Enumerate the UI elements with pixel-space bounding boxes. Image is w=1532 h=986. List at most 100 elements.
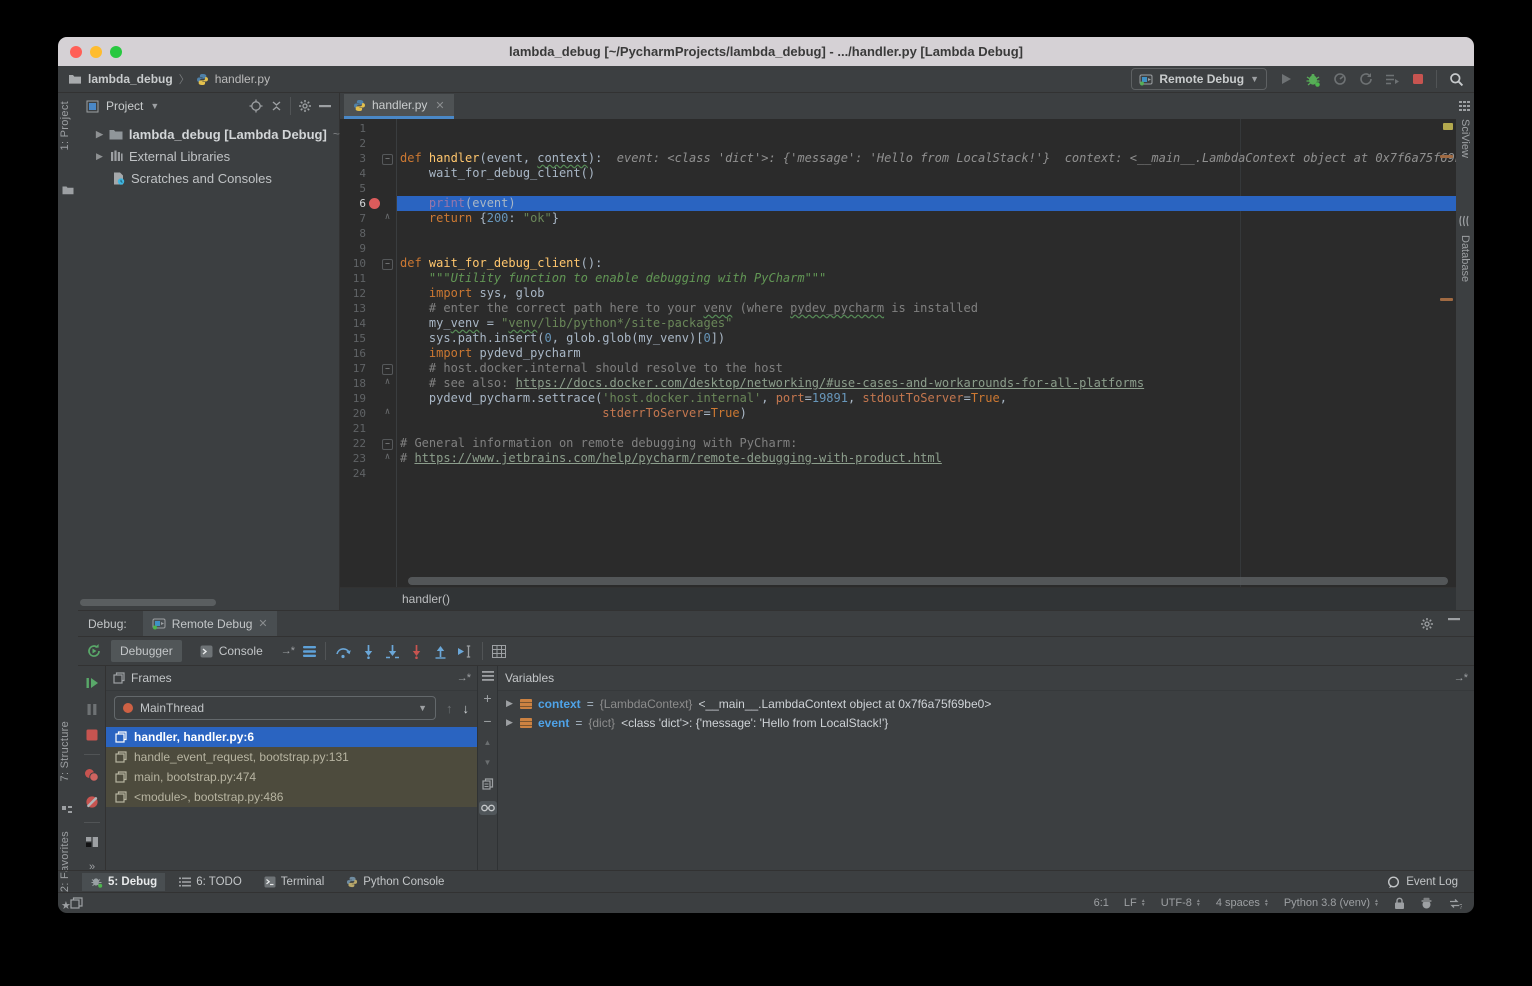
- debug-session-tab[interactable]: Remote Debug ✕: [143, 611, 277, 636]
- mute-breakpoints-icon[interactable]: [85, 795, 99, 809]
- chevron-down-icon[interactable]: ▼: [150, 101, 159, 111]
- stripe-mark[interactable]: [1440, 298, 1453, 301]
- tab-debugger[interactable]: Debugger: [111, 640, 182, 662]
- tab-console[interactable]: Console: [191, 640, 272, 662]
- expand-arrow-icon[interactable]: ▶: [96, 151, 104, 162]
- table-view-icon[interactable]: [492, 645, 506, 658]
- variable-row[interactable]: ▶context={LambdaContext}<__main__.Lambda…: [498, 694, 1474, 713]
- toolwindow-button-project[interactable]: 1: Project: [59, 101, 71, 150]
- stop-button[interactable]: [1412, 73, 1424, 85]
- code-line[interactable]: 16 import pydevd_pycharm: [340, 346, 1456, 361]
- editor-tab-handler[interactable]: handler.py ✕: [344, 94, 454, 119]
- tree-item-scratches[interactable]: Scratches and Consoles: [78, 167, 339, 189]
- code-line[interactable]: 2: [340, 136, 1456, 151]
- frame-row[interactable]: handle_event_request, bootstrap.py:131: [106, 747, 477, 767]
- tree-item-external-libraries[interactable]: ▶ External Libraries: [78, 145, 339, 167]
- code-line[interactable]: 11 """Utility function to enable debuggi…: [340, 271, 1456, 286]
- run-to-cursor-icon[interactable]: [457, 644, 473, 659]
- remove-watch-icon[interactable]: −: [483, 715, 491, 727]
- toolwindow-button-debug[interactable]: 5: Debug: [82, 873, 165, 891]
- layout-menu-icon[interactable]: [303, 646, 316, 657]
- code-line[interactable]: 10−def wait_for_debug_client():: [340, 256, 1456, 271]
- line-number[interactable]: 2: [340, 136, 366, 151]
- interpreter-select[interactable]: Python 3.8 (venv)▲▼: [1284, 897, 1379, 909]
- pause-icon[interactable]: [86, 703, 98, 716]
- pin-icon[interactable]: →*: [457, 672, 470, 684]
- caret-position[interactable]: 6:1: [1094, 897, 1109, 909]
- collapse-all-icon[interactable]: [270, 99, 283, 113]
- force-step-into-icon[interactable]: [385, 644, 400, 659]
- encoding-select[interactable]: UTF-8▲▼: [1161, 897, 1201, 909]
- code-line[interactable]: 24: [340, 466, 1456, 481]
- frame-row[interactable]: <module>, bootstrap.py:486: [106, 787, 477, 807]
- code-line[interactable]: 1: [340, 121, 1456, 136]
- line-separator-select[interactable]: LF▲▼: [1124, 897, 1146, 909]
- search-everywhere-icon[interactable]: [1449, 72, 1464, 87]
- code-area[interactable]: 123−def handler(event, context): event: …: [340, 119, 1456, 588]
- line-number[interactable]: 1: [340, 121, 366, 136]
- code-line[interactable]: 3−def handler(event, context): event: <c…: [340, 151, 1456, 166]
- event-log-button[interactable]: Event Log: [1387, 876, 1474, 889]
- code-line[interactable]: 20∧ stderrToServer=True): [340, 406, 1456, 421]
- toolwindow-button-python-console[interactable]: Python Console: [338, 873, 452, 891]
- code-line[interactable]: 19 pydevd_pycharm.settrace('host.docker.…: [340, 391, 1456, 406]
- move-down-icon[interactable]: ▼: [484, 758, 492, 767]
- menu-icon[interactable]: [482, 671, 494, 681]
- show-watches-icon[interactable]: [479, 801, 497, 815]
- expand-arrow-icon[interactable]: ▶: [506, 698, 514, 709]
- debug-button[interactable]: [1305, 72, 1321, 87]
- run-with-profile-list-button[interactable]: [1385, 73, 1400, 86]
- code-line[interactable]: 8: [340, 226, 1456, 241]
- resume-icon[interactable]: [85, 676, 99, 690]
- editor-breadcrumb[interactable]: handler(): [340, 587, 1456, 610]
- line-number[interactable]: 24: [340, 466, 366, 481]
- step-into-my-code-icon[interactable]: [409, 644, 424, 659]
- sync-status-icon[interactable]: ?: [1448, 897, 1462, 910]
- rerun-debug-icon[interactable]: [86, 643, 102, 659]
- move-up-icon[interactable]: ▲: [484, 738, 492, 747]
- next-frame-icon[interactable]: ↓: [463, 701, 470, 716]
- restore-windows-icon[interactable]: [70, 897, 83, 909]
- gear-icon[interactable]: [1420, 617, 1434, 631]
- code-line[interactable]: 23∧# https://www.jetbrains.com/help/pych…: [340, 451, 1456, 466]
- code-line[interactable]: 6 print(event): [340, 196, 1456, 211]
- stop-icon[interactable]: [86, 729, 98, 741]
- pin-tab-icon[interactable]: →*: [281, 645, 294, 657]
- code-line[interactable]: 17− # host.docker.internal should resolv…: [340, 361, 1456, 376]
- lock-icon[interactable]: [1394, 897, 1405, 910]
- stripe-mark-warning[interactable]: [1443, 123, 1453, 130]
- code-line[interactable]: 22−# General information on remote debug…: [340, 436, 1456, 451]
- breadcrumb-file[interactable]: handler.py: [215, 72, 270, 86]
- frame-row[interactable]: main, bootstrap.py:474: [106, 767, 477, 787]
- code-line[interactable]: 21: [340, 421, 1456, 436]
- locate-file-icon[interactable]: [249, 99, 263, 113]
- line-number[interactable]: 8: [340, 226, 366, 241]
- previous-frame-icon[interactable]: ↑: [446, 701, 453, 716]
- step-over-icon[interactable]: [335, 644, 352, 659]
- restore-layout-icon[interactable]: [85, 836, 99, 848]
- pin-icon[interactable]: →*: [1454, 672, 1467, 684]
- profiler-button[interactable]: [1333, 72, 1347, 86]
- coverage-button[interactable]: [1359, 72, 1373, 86]
- add-watch-icon[interactable]: +: [483, 692, 491, 704]
- run-button[interactable]: [1279, 72, 1293, 86]
- run-configuration-select[interactable]: Remote Debug ▼: [1131, 68, 1267, 90]
- hide-panel-icon[interactable]: [319, 104, 331, 108]
- step-into-icon[interactable]: [361, 644, 376, 659]
- line-number[interactable]: 9: [340, 241, 366, 256]
- toolwindow-button-terminal[interactable]: Terminal: [256, 873, 332, 891]
- code-line[interactable]: 4 wait_for_debug_client(): [340, 166, 1456, 181]
- frame-row[interactable]: handler, handler.py:6: [106, 727, 477, 747]
- variable-row[interactable]: ▶event={dict}<class 'dict'>: {'message':…: [498, 713, 1474, 732]
- hector-inspections-icon[interactable]: [1420, 897, 1433, 910]
- code-line[interactable]: 13 # enter the correct path here to your…: [340, 301, 1456, 316]
- code-line[interactable]: 7∧ return {200: "ok"}: [340, 211, 1456, 226]
- step-out-icon[interactable]: [433, 644, 448, 659]
- project-hscrollbar[interactable]: [80, 599, 216, 606]
- toolwindow-button-structure[interactable]: 7: Structure: [59, 721, 71, 781]
- stripe-mark[interactable]: [1440, 155, 1453, 158]
- close-tab-icon[interactable]: ✕: [435, 99, 444, 112]
- breadcrumb-project[interactable]: lambda_debug: [88, 72, 173, 86]
- code-line[interactable]: 5: [340, 181, 1456, 196]
- duplicate-icon[interactable]: [482, 778, 494, 790]
